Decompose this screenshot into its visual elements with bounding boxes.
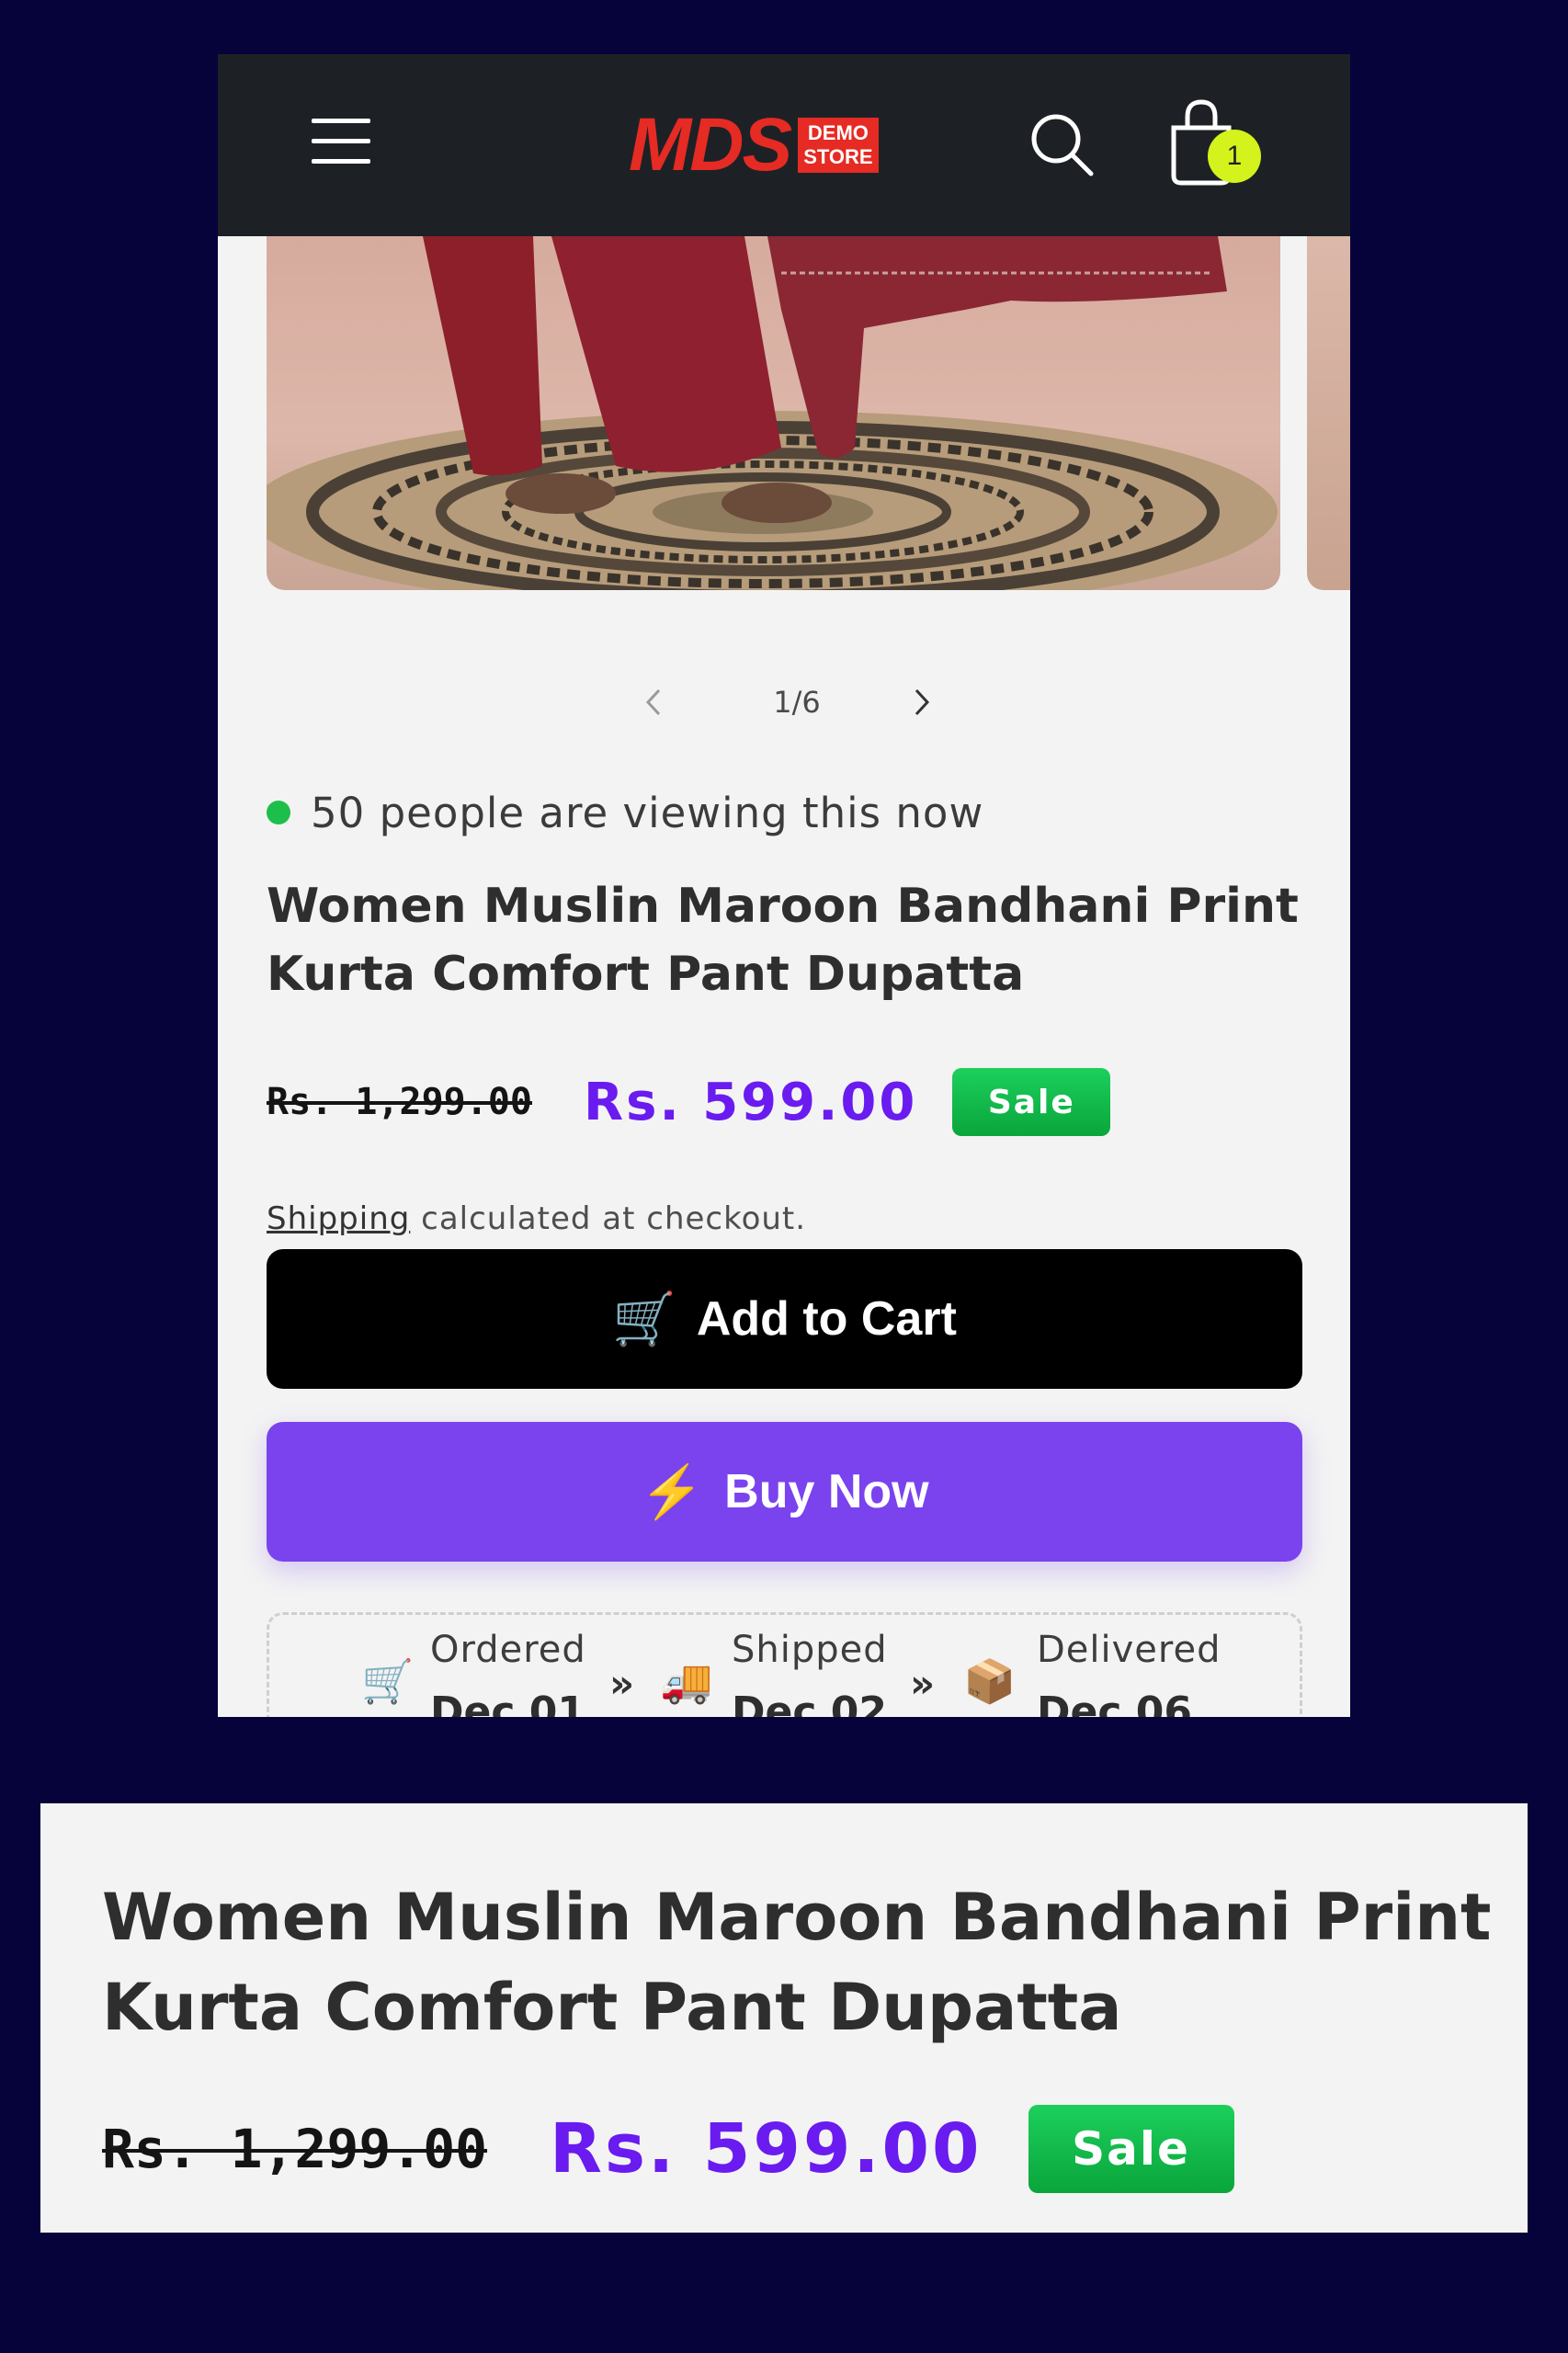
- previous-slide-button[interactable]: [631, 679, 677, 725]
- sale-badge: Sale: [952, 1068, 1111, 1136]
- logo-badge-line-2: STORE: [803, 145, 873, 168]
- logo-badge: DEMO STORE: [798, 118, 879, 173]
- viewers-text: 50 people are viewing this now: [311, 788, 984, 837]
- sale-price: Rs. 599.00: [550, 2109, 983, 2188]
- step-label: Delivered: [1037, 1629, 1221, 1671]
- cart-count-badge: 1: [1208, 130, 1261, 183]
- lightning-icon: ⚡: [640, 1462, 705, 1520]
- step-date: Dec 02: [732, 1688, 887, 1717]
- live-dot-icon: [267, 801, 290, 824]
- site-header: MDS DEMO STORE 1: [218, 54, 1350, 236]
- cart-icon: 🛒: [612, 1290, 676, 1347]
- product-title: Women Muslin Maroon Bandhani Print Kurta…: [267, 879, 1299, 1002]
- package-icon: 📦: [963, 1656, 1017, 1706]
- slider-controls: 1/6: [218, 670, 1350, 734]
- step-separator: »: [910, 1661, 936, 1706]
- product-image[interactable]: [267, 236, 1280, 590]
- next-slide-button[interactable]: [898, 679, 944, 725]
- step-label: Shipped: [732, 1629, 888, 1671]
- step-date: Dec 01: [430, 1688, 585, 1717]
- product-photo: [267, 236, 1278, 590]
- shipping-link[interactable]: Shipping: [267, 1200, 410, 1237]
- buy-now-label: Buy Now: [724, 1465, 929, 1518]
- logo-badge-line-1: DEMO: [807, 121, 869, 144]
- add-to-cart-button[interactable]: 🛒 Add to Cart: [267, 1249, 1302, 1389]
- product-page-screenshot: MDS DEMO STORE 1 1/6 50 people are viewi…: [218, 54, 1350, 1717]
- price-row: Rs. 1,299.00 Rs. 599.00 Sale: [267, 1051, 1111, 1153]
- logo-text: MDS: [629, 103, 792, 187]
- cart-button[interactable]: 1: [1165, 91, 1266, 201]
- shipping-note-text: calculated at checkout.: [410, 1200, 807, 1237]
- zoomed-title-price-panel: Women Muslin Maroon Bandhani Print Kurta…: [40, 1803, 1528, 2233]
- slide-counter: 1/6: [773, 685, 821, 720]
- compare-at-price: Rs. 1,299.00: [267, 1081, 532, 1123]
- truck-icon: 🚚: [660, 1656, 713, 1706]
- live-viewers: 50 people are viewing this now: [267, 780, 983, 845]
- sale-price: Rs. 599.00: [583, 1072, 918, 1132]
- step-separator: »: [609, 1661, 635, 1706]
- step-date: Dec 06: [1037, 1688, 1192, 1717]
- shipping-note: Shipping calculated at checkout.: [267, 1200, 806, 1237]
- delivery-timeline: 🛒 Ordered Dec 01 » 🚚 Shipped Dec 02 » 📦 …: [267, 1612, 1302, 1717]
- store-logo[interactable]: MDS DEMO STORE: [629, 108, 879, 183]
- next-product-image[interactable]: [1307, 236, 1350, 590]
- cart-icon: 🛒: [361, 1656, 415, 1706]
- add-to-cart-label: Add to Cart: [696, 1292, 957, 1346]
- product-title-zoomed: Women Muslin Maroon Bandhani Print Kurta…: [102, 1880, 1492, 2045]
- sale-badge: Sale: [1028, 2105, 1234, 2193]
- hamburger-menu-icon: [312, 119, 370, 164]
- step-label: Ordered: [430, 1629, 586, 1671]
- chevron-right-icon: [915, 688, 930, 716]
- chevron-left-icon: [645, 688, 661, 716]
- search-icon: [1031, 114, 1094, 176]
- compare-at-price: Rs. 1,299.00: [102, 2118, 488, 2180]
- menu-button[interactable]: [310, 109, 374, 174]
- search-button[interactable]: [1027, 109, 1096, 179]
- price-row-zoomed: Rs. 1,299.00 Rs. 599.00 Sale: [102, 2105, 1234, 2193]
- buy-now-button[interactable]: ⚡ Buy Now: [267, 1422, 1302, 1562]
